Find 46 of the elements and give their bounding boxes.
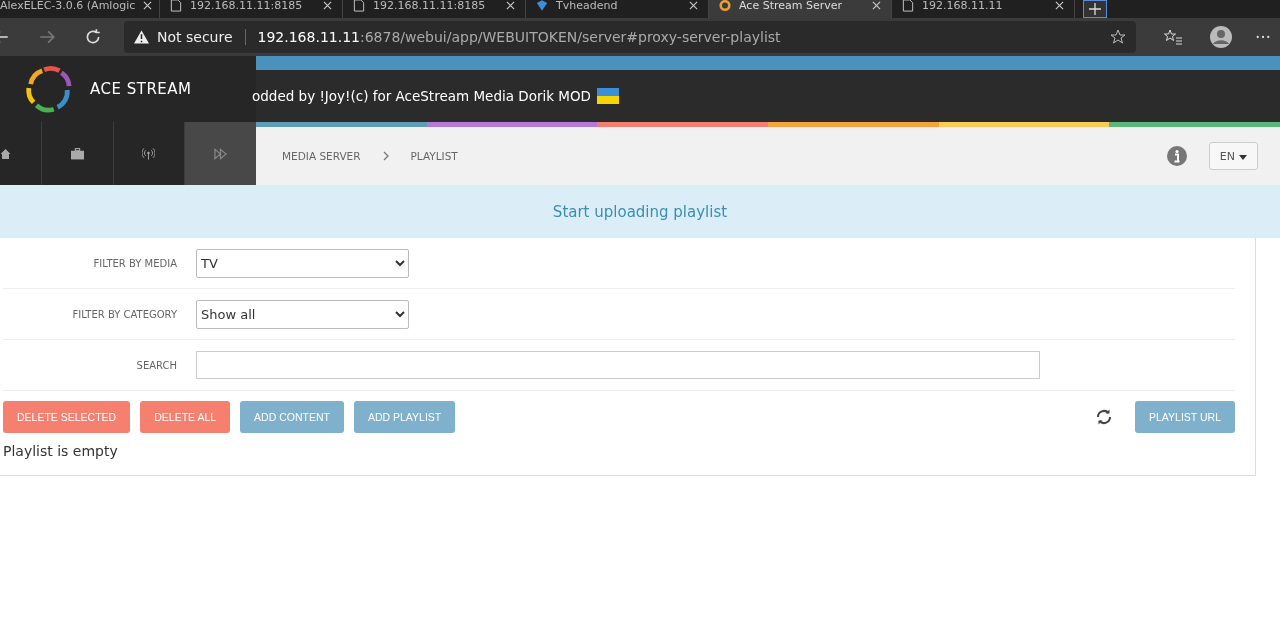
address-bar[interactable]: Not secure 192.168.11.11:6878/webui/app/WEBUITOKEN/server#proxy-server-playlist <box>124 21 1136 53</box>
browser-tab[interactable]: Ace Stream Server <box>709 0 892 18</box>
chevron-icon <box>382 151 389 161</box>
url-text: 192.168.11.11:6878/webui/app/WEBUITOKEN/server#proxy-server-playlist <box>257 29 782 45</box>
briefcase-icon <box>70 147 84 160</box>
profile-avatar-icon[interactable] <box>1210 26 1232 48</box>
shield-icon <box>536 0 548 12</box>
field-label: FILTER BY CATEGORY <box>71 308 178 320</box>
dropdown-field[interactable]: Show all <box>196 299 409 329</box>
warning-icon <box>134 30 149 44</box>
page-icon <box>353 0 365 12</box>
info-icon[interactable] <box>1166 146 1187 166</box>
new-tab-button[interactable] <box>1083 0 1107 18</box>
favorites-icon[interactable] <box>1164 28 1182 46</box>
more-icon[interactable] <box>1256 35 1270 39</box>
page-icon <box>170 0 182 12</box>
home-icon <box>0 147 12 160</box>
close-icon[interactable] <box>872 0 881 10</box>
fast-forward-icon <box>214 147 228 160</box>
forward-icon[interactable] <box>38 28 56 46</box>
breadcrumb-link[interactable]: PLAYLIST <box>410 150 458 162</box>
field-label: SEARCH <box>135 359 178 371</box>
refresh-icon[interactable] <box>1095 408 1113 426</box>
language-dropdown[interactable]: EN <box>1208 142 1258 170</box>
flag-icon <box>597 88 619 104</box>
marquee-text: odded by !Joy!(c) for AceStream Media Dorik MOD <box>252 88 591 104</box>
logo-icon <box>719 0 731 12</box>
page-icon <box>902 0 914 12</box>
antenna-icon <box>142 147 156 160</box>
empty-message: Playlist is empty <box>2 442 119 461</box>
search-field[interactable] <box>196 351 1040 379</box>
close-icon[interactable] <box>689 0 698 10</box>
close-icon[interactable] <box>1055 0 1064 10</box>
star-icon[interactable] <box>1110 29 1126 45</box>
field-label: FILTER BY MEDIA <box>92 257 178 269</box>
refresh-icon[interactable] <box>84 28 102 46</box>
browser-tab[interactable]: AlexELEC-3.0.6 (Amlogic <box>0 0 160 18</box>
breadcrumb-link[interactable]: MEDIA SERVER <box>282 150 361 162</box>
security-label: Not secure <box>157 29 233 45</box>
logo-text: ACE STREAM <box>90 80 192 98</box>
close-icon[interactable] <box>143 0 153 10</box>
caret-icon <box>1239 154 1247 160</box>
dropdown-field[interactable]: TV <box>196 248 409 278</box>
close-icon[interactable] <box>506 0 515 10</box>
banner-text: Start uploading playlist <box>552 202 728 221</box>
close-icon[interactable] <box>323 0 332 10</box>
